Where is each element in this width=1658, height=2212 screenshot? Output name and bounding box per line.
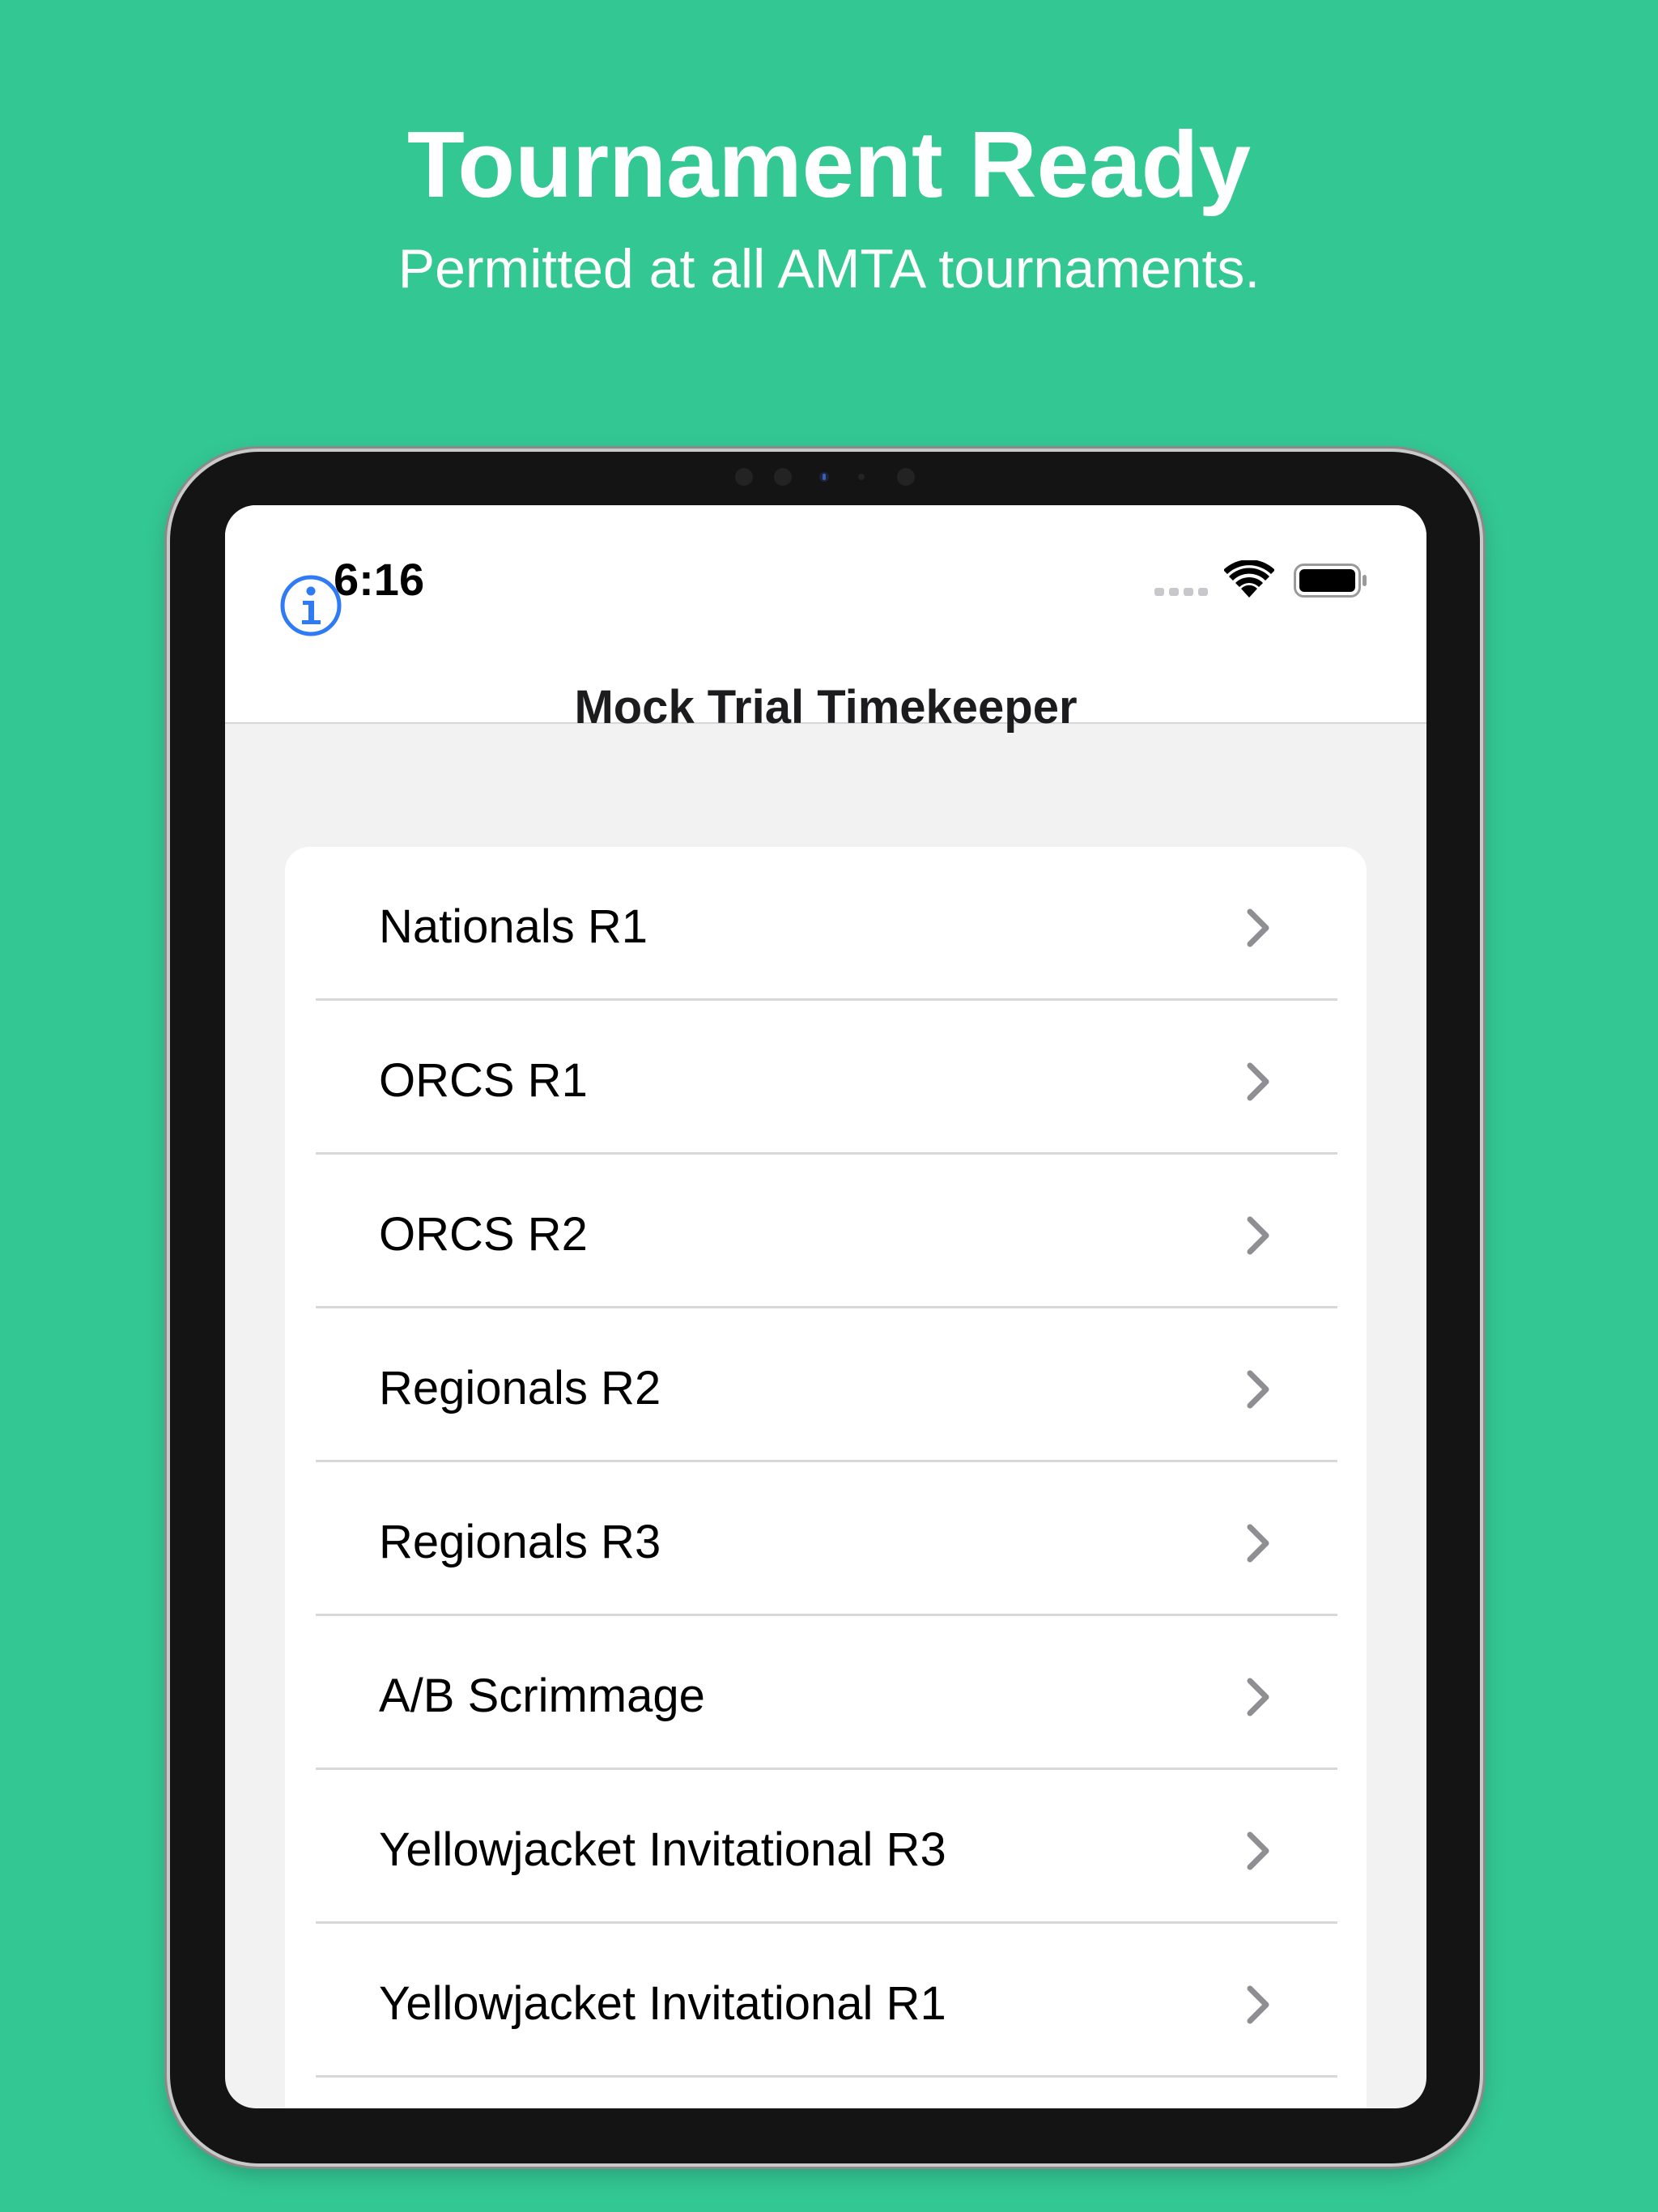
front-camera-icon [819,472,829,482]
row-divider [316,2075,1337,2078]
battery-icon [1294,564,1367,598]
tournament-row-nationals-r1[interactable]: Nationals R1 [285,847,1367,1001]
promo-title: Tournament Ready [406,112,1252,217]
sensor-dot [858,474,865,480]
tournament-label: ORCS R2 [379,1208,588,1261]
chevron-right-icon [1247,1678,1269,1716]
tournament-row-yellowjacket-r3[interactable]: Yellowjacket Invitational R3 [285,1770,1367,1924]
tournament-row-regionals-r3[interactable]: Regionals R3 [285,1462,1367,1616]
chevron-right-icon [1247,1831,1269,1870]
app-screen: 6:16 Mock Trial Timekeeper Nationals R1 [225,505,1426,2108]
tournament-row-orcs-r2[interactable]: ORCS R2 [285,1155,1367,1308]
chevron-right-icon [1247,1985,1269,2024]
wifi-icon [1224,560,1274,598]
tournament-label: Yellowjacket Invitational R3 [379,1823,946,1876]
tournament-row-orcs-r1[interactable]: ORCS R1 [285,1001,1367,1155]
promo-subtitle: Permitted at all AMTA tournaments. [397,238,1261,300]
tournament-label: Yellowjacket Invitational R1 [379,1977,946,2030]
info-icon[interactable] [278,573,343,638]
tournament-list: Nationals R1 ORCS R1 ORCS R2 Regionals R… [285,847,1367,2108]
tournament-row-yellowjacket-r1[interactable]: Yellowjacket Invitational R1 [285,1924,1367,2078]
sensor-dot [735,468,753,486]
status-time: 6:16 [334,554,425,605]
status-bar: 6:16 [225,505,1426,615]
sensor-dot [897,468,915,486]
sensor-dot [774,468,792,486]
chevron-right-icon [1247,1524,1269,1563]
cellular-signal-icon [1154,588,1209,596]
chevron-right-icon [1247,1216,1269,1255]
tournament-label: ORCS R1 [379,1054,588,1107]
tournament-label: Nationals R1 [379,900,648,953]
chevron-right-icon [1247,1062,1269,1101]
chevron-right-icon [1247,1370,1269,1409]
chevron-right-icon [1247,908,1269,947]
tournament-row-ab-scrimmage[interactable]: A/B Scrimmage [285,1616,1367,1770]
tournament-label: Regionals R2 [379,1362,661,1414]
nav-title: Mock Trial Timekeeper [574,681,1078,734]
tournament-label: A/B Scrimmage [379,1670,705,1722]
tournament-label: Regionals R3 [379,1516,661,1568]
tournament-row-regionals-r2[interactable]: Regionals R2 [285,1308,1367,1462]
